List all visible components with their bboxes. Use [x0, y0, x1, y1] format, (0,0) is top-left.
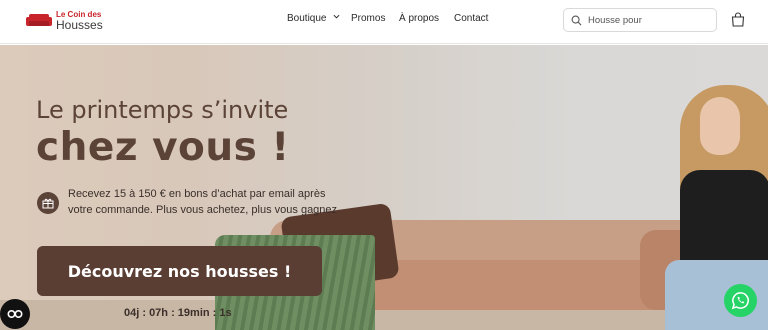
shopping-bag-icon[interactable] [731, 12, 745, 27]
discover-covers-button[interactable]: Découvrez nos housses ! [37, 246, 322, 296]
nav-promos[interactable]: Promos [351, 13, 385, 24]
accessibility-icon [7, 309, 23, 319]
chevron-down-icon [333, 14, 340, 19]
hero-model-face [700, 97, 740, 155]
search-input[interactable] [588, 12, 712, 28]
whatsapp-icon [731, 292, 749, 310]
brand-logo[interactable]: Le Coin des Housses [26, 9, 106, 35]
site-header: Le Coin des Housses Boutique Promos À pr… [0, 0, 768, 44]
nav-boutique-label: Boutique [287, 13, 327, 24]
promo-text-line2: votre commande. Plus vous achetez, plus … [68, 204, 338, 216]
countdown-timer: 04j : 07h : 19min : 1s [124, 307, 232, 319]
accessibility-button[interactable] [0, 299, 30, 329]
hero-banner: Le printemps s’invite chez vous ! Receve… [0, 45, 768, 330]
nav-a-propos[interactable]: À propos [399, 13, 439, 24]
brand-name-line2: Housses [56, 18, 103, 32]
hero-title-line2: chez vous ! [36, 125, 290, 170]
whatsapp-button[interactable] [724, 284, 757, 317]
gift-icon [37, 192, 59, 214]
nav-boutique[interactable]: Boutique [287, 13, 340, 24]
sofa-logo-icon [26, 14, 52, 26]
hero-title-line1: Le printemps s’invite [36, 96, 289, 124]
promo-text-line1: Recevez 15 à 150 € en bons d’achat par e… [68, 188, 326, 200]
nav-contact[interactable]: Contact [454, 13, 488, 24]
search-box[interactable] [563, 8, 717, 32]
search-icon[interactable] [571, 15, 582, 26]
